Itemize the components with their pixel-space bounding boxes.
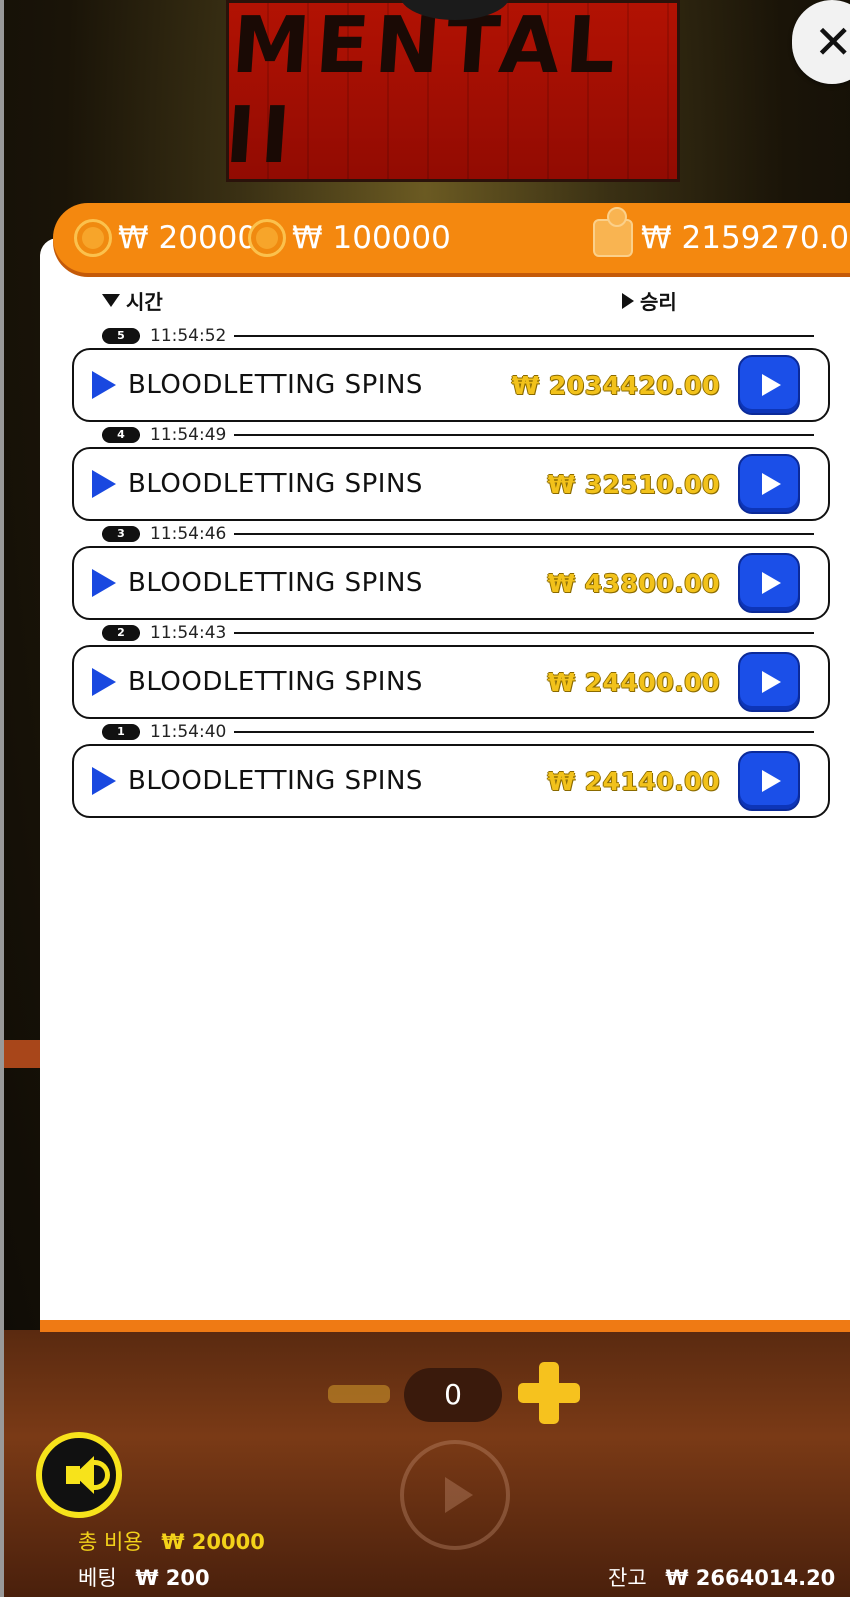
play-triangle-icon <box>92 767 116 795</box>
bet-label: 베팅 <box>78 1566 117 1590</box>
row-title: BLOODLETTING SPINS <box>128 667 423 697</box>
plus-icon-vertical <box>539 1362 559 1424</box>
row-meta: 4 11:54:49 <box>72 425 830 445</box>
row-win-amount: ₩ 2034420.00 <box>511 370 720 400</box>
row-win-amount: ₩ 32510.00 <box>547 469 720 499</box>
wallet-stat: ₩ 2159270.00 <box>593 207 850 257</box>
play-icon <box>762 671 781 693</box>
coin-stack-icon <box>248 219 286 257</box>
play-icon <box>762 770 781 792</box>
balance-value: ₩ 2664014.20 <box>665 1566 836 1590</box>
row-win-amount: ₩ 43800.00 <box>547 568 720 598</box>
replay-button[interactable] <box>738 454 800 514</box>
list-item: 3 11:54:46 BLOODLETTING SPINS ₩ 43800.00 <box>72 524 830 620</box>
row-meta: 3 11:54:46 <box>72 524 830 544</box>
history-row[interactable]: BLOODLETTING SPINS ₩ 2034420.00 <box>72 348 830 422</box>
total-cost-value: ₩ 20000 <box>161 1530 265 1554</box>
list-item: 2 11:54:43 BLOODLETTING SPINS ₩ 24400.00 <box>72 623 830 719</box>
play-icon <box>762 473 781 495</box>
replay-button[interactable] <box>738 652 800 712</box>
history-row[interactable]: BLOODLETTING SPINS ₩ 24140.00 <box>72 744 830 818</box>
row-win-amount: ₩ 24400.00 <box>547 667 720 697</box>
play-icon <box>762 572 781 594</box>
sort-down-icon <box>102 294 120 307</box>
coin-stat-a: ₩ 20000 <box>74 219 257 257</box>
replay-button[interactable] <box>738 553 800 613</box>
row-title: BLOODLETTING SPINS <box>128 766 423 796</box>
wallet-icon <box>593 207 633 257</box>
counter-display: 0 <box>404 1368 502 1422</box>
balance: 잔고 ₩ 2664014.20 <box>608 1562 835 1592</box>
round-badge: 4 <box>102 427 140 443</box>
row-title: BLOODLETTING SPINS <box>128 469 423 499</box>
row-win-amount: ₩ 24140.00 <box>547 766 720 796</box>
time-column-label: 시간 <box>126 290 163 314</box>
row-meta: 1 11:54:40 <box>72 722 830 742</box>
play-icon <box>762 374 781 396</box>
decrease-button[interactable] <box>328 1385 390 1403</box>
row-meta: 5 11:54:52 <box>72 326 830 346</box>
logo-text: MENTAL II <box>222 1 625 181</box>
sound-button[interactable] <box>36 1432 122 1518</box>
play-triangle-icon <box>92 668 116 696</box>
sort-by-time[interactable]: 시간 <box>102 286 163 315</box>
balance-label: 잔고 <box>608 1566 647 1590</box>
coin-value-a: ₩ 20000 <box>118 220 258 256</box>
play-triangle-icon <box>92 371 116 399</box>
replay-button[interactable] <box>738 751 800 811</box>
game-logo: MENTAL II <box>223 0 680 182</box>
history-row[interactable]: BLOODLETTING SPINS ₩ 32510.00 <box>72 447 830 521</box>
bet-value: ₩ 200 <box>135 1566 210 1590</box>
total-cost: 총 비용 ₩ 20000 <box>78 1526 265 1556</box>
left-edge <box>0 0 4 1597</box>
row-time: 11:54:46 <box>140 524 235 544</box>
spin-button[interactable] <box>400 1440 510 1550</box>
close-icon: ✕ <box>814 15 850 69</box>
bet-amount: 베팅 ₩ 200 <box>78 1562 210 1592</box>
speaker-icon <box>66 1456 94 1494</box>
row-title: BLOODLETTING SPINS <box>128 568 423 598</box>
coin-stat-b: ₩ 100000 <box>248 219 451 257</box>
round-badge: 1 <box>102 724 140 740</box>
row-time: 11:54:49 <box>140 425 235 445</box>
row-meta: 2 11:54:43 <box>72 623 830 643</box>
list-item: 5 11:54:52 BLOODLETTING SPINS ₩ 2034420.… <box>72 326 830 422</box>
round-badge: 3 <box>102 526 140 542</box>
win-column-label: 승리 <box>640 290 677 314</box>
play-triangle-icon <box>92 470 116 498</box>
list-item: 1 11:54:40 BLOODLETTING SPINS ₩ 24140.00 <box>72 722 830 818</box>
play-triangle-icon <box>92 569 116 597</box>
row-time: 11:54:40 <box>140 722 235 742</box>
history-row[interactable]: BLOODLETTING SPINS ₩ 24400.00 <box>72 645 830 719</box>
sound-wave-icon <box>90 1460 110 1490</box>
round-badge: 2 <box>102 625 140 641</box>
wallet-value: ₩ 2159270.00 <box>641 220 850 256</box>
sort-right-icon <box>622 292 634 309</box>
sort-by-win[interactable]: 승리 <box>622 286 677 315</box>
row-time: 11:54:43 <box>140 623 235 643</box>
history-header-bar: ₩ 20000 ₩ 100000 ₩ 2159270.00 <box>53 203 850 273</box>
list-item: 4 11:54:49 BLOODLETTING SPINS ₩ 32510.00 <box>72 425 830 521</box>
replay-button[interactable] <box>738 355 800 415</box>
row-time: 11:54:52 <box>140 326 235 346</box>
coin-value-b: ₩ 100000 <box>292 220 451 256</box>
coin-icon <box>74 219 112 257</box>
round-badge: 5 <box>102 328 140 344</box>
total-cost-label: 총 비용 <box>78 1530 143 1554</box>
row-title: BLOODLETTING SPINS <box>128 370 423 400</box>
increase-button[interactable] <box>518 1362 580 1424</box>
history-row[interactable]: BLOODLETTING SPINS ₩ 43800.00 <box>72 546 830 620</box>
background-decoration <box>0 1040 40 1068</box>
play-icon <box>445 1477 473 1513</box>
